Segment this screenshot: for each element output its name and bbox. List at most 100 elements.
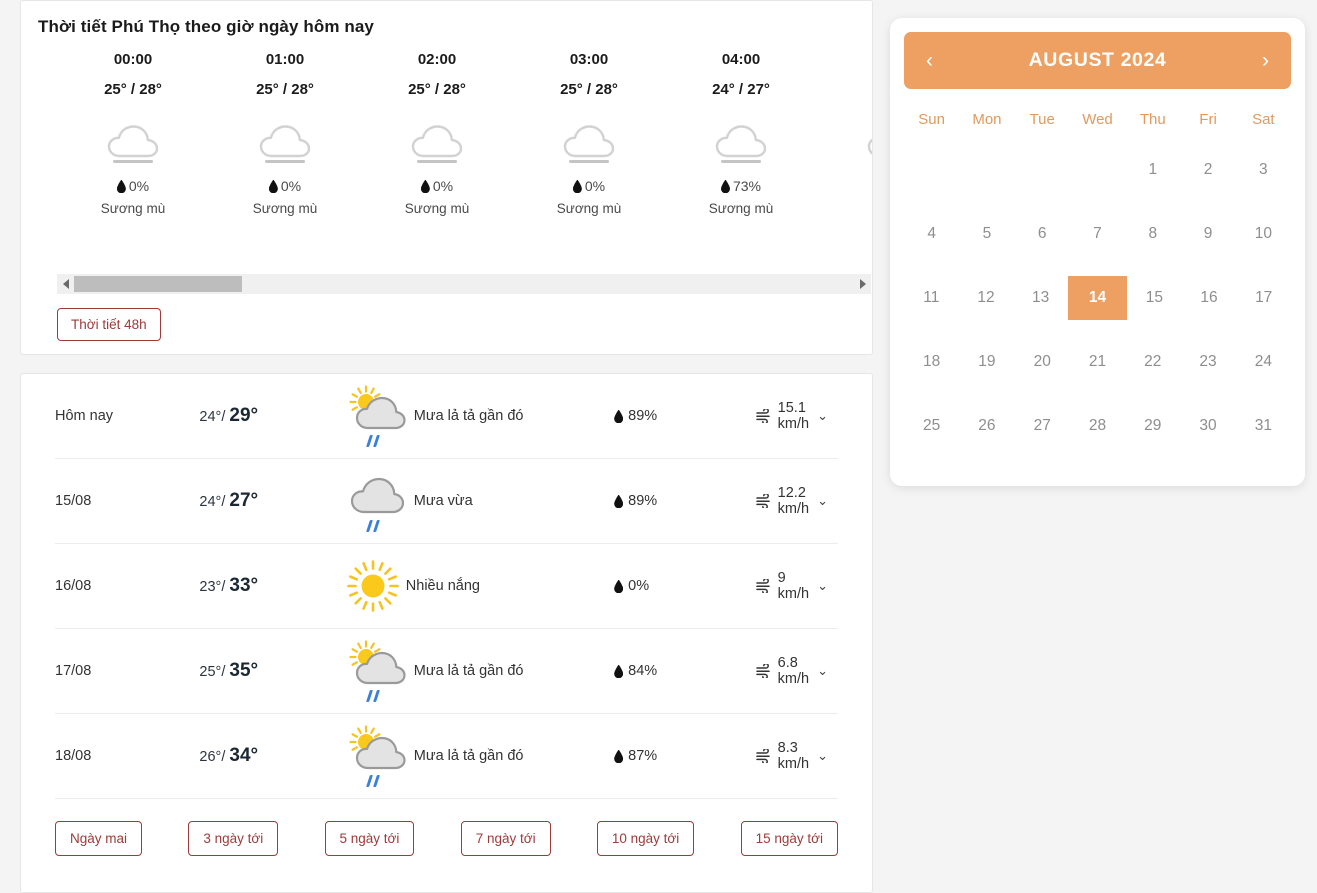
rain-streaks-icon: [365, 520, 380, 532]
row-date: Hôm nay: [55, 408, 114, 424]
chevron-down-icon[interactable]: ⌄: [817, 663, 828, 679]
row-humidity: 89%: [614, 493, 756, 509]
sun-cloud-rain-icon: [346, 640, 408, 702]
calendar-day[interactable]: 26: [959, 404, 1014, 448]
calendar-day[interactable]: 29: [1125, 404, 1180, 448]
weather-48h-button[interactable]: Thời tiết 48h: [57, 308, 161, 341]
calendar-prev-month-icon[interactable]: ‹: [922, 50, 937, 71]
calendar-title: AUGUST 2024: [1028, 49, 1167, 71]
chevron-down-icon[interactable]: ⌄: [817, 578, 828, 594]
calendar-day[interactable]: 20: [1015, 340, 1070, 384]
range-button[interactable]: 15 ngày tới: [740, 821, 838, 856]
hour-time: 01:00: [265, 51, 305, 68]
daily-rows: Hôm nay 24°/ 29° Mưa lả tả gần đó 89% 15…: [55, 374, 838, 799]
range-button[interactable]: Ngày mai: [55, 821, 143, 856]
calendar-weekday: Mon: [972, 111, 1002, 128]
daily-forecast-card: Hôm nay 24°/ 29° Mưa lả tả gần đó 89% 15…: [20, 373, 873, 893]
chevron-down-icon[interactable]: ⌄: [817, 493, 828, 509]
chevron-down-icon[interactable]: ⌄: [817, 408, 828, 424]
hour-description: Sương mù: [708, 201, 774, 216]
humidity-drop-icon: [421, 180, 430, 193]
row-temperature: 23°/ 33°: [199, 575, 259, 596]
calendar-day[interactable]: 11: [904, 276, 959, 320]
row-temperature: 24°/ 27°: [199, 490, 259, 511]
humidity-drop-icon: [614, 580, 623, 593]
row-wind[interactable]: 6.8 km/h ⌄: [755, 655, 838, 687]
scrollbar-track[interactable]: [74, 274, 854, 294]
calendar-day[interactable]: 19: [959, 340, 1014, 384]
calendar-day[interactable]: 16: [1182, 276, 1237, 320]
row-date: 18/08: [55, 748, 92, 764]
fog-icon: [104, 118, 162, 168]
sun-icon: [346, 559, 400, 613]
table-row[interactable]: 18/08 26°/ 34° Mưa lả tả gần đó 87% 8.3 …: [55, 714, 838, 799]
calendar-day[interactable]: 9: [1180, 212, 1235, 256]
calendar-day[interactable]: 24: [1236, 340, 1291, 384]
row-wind[interactable]: 8.3 km/h ⌄: [755, 740, 838, 772]
row-wind[interactable]: 12.2 km/h ⌄: [755, 485, 838, 517]
row-wind[interactable]: 15.1 km/h ⌄: [755, 400, 838, 432]
hour-description: Sương mù: [556, 201, 622, 216]
table-row[interactable]: 16/08 23°/ 33° Nhiều nắng 0% 9 km/h ⌄: [55, 544, 838, 629]
table-row[interactable]: Hôm nay 24°/ 29° Mưa lả tả gần đó 89% 15…: [55, 374, 838, 459]
scroll-left-arrow-icon[interactable]: [57, 274, 74, 294]
calendar-day[interactable]: 22: [1125, 340, 1180, 384]
hour-precip: 0%: [421, 178, 453, 194]
calendar-day[interactable]: 12: [959, 276, 1014, 320]
wind-icon: [755, 749, 772, 763]
calendar-day[interactable]: 21: [1070, 340, 1125, 384]
table-row[interactable]: 17/08 25°/ 35° Mưa lả tả gần đó 84% 6.8 …: [55, 629, 838, 714]
row-humidity: 0%: [614, 578, 756, 594]
range-button[interactable]: 3 ngày tới: [188, 821, 279, 856]
calendar-day[interactable]: 30: [1180, 404, 1235, 448]
hour-column: 04:00 24° / 27° 73% Sương mù: [665, 51, 817, 216]
calendar-day[interactable]: 27: [1015, 404, 1070, 448]
calendar-next-month-icon[interactable]: ›: [1258, 50, 1273, 71]
table-row[interactable]: 15/08 24°/ 27° Mưa vừa 89% 12.2 km/h ⌄: [55, 459, 838, 544]
scrollbar-thumb[interactable]: [74, 276, 242, 292]
range-button[interactable]: 7 ngày tới: [460, 821, 551, 856]
calendar-day[interactable]: 18: [904, 340, 959, 384]
calendar-weekday-header: Sun Mon Tue Wed Thu Fri Sat: [904, 111, 1291, 128]
calendar-day[interactable]: 15: [1127, 276, 1182, 320]
calendar-weekday: Tue: [1029, 111, 1055, 128]
hour-temps: 25° / 28°: [408, 81, 466, 98]
calendar-day[interactable]: 4: [904, 212, 959, 256]
row-date: 16/08: [55, 578, 92, 594]
calendar-day[interactable]: 7: [1070, 212, 1125, 256]
hourly-scrollbar[interactable]: [57, 274, 871, 294]
calendar-day[interactable]: 25: [904, 404, 959, 448]
calendar-day[interactable]: 10: [1236, 212, 1291, 256]
calendar-day[interactable]: 5: [959, 212, 1014, 256]
calendar-day[interactable]: 6: [1015, 212, 1070, 256]
range-button[interactable]: 10 ngày tới: [596, 821, 695, 856]
hour-time: 00:00: [113, 51, 153, 68]
calendar-day[interactable]: 1: [1125, 148, 1180, 192]
calendar-day[interactable]: 23: [1180, 340, 1235, 384]
hour-temps: 25° / 28°: [560, 81, 618, 98]
weather-page: Thời tiết Phú Thọ theo giờ ngày hôm nay …: [0, 0, 1317, 893]
range-button[interactable]: 5 ngày tới: [324, 821, 415, 856]
calendar-day-selected[interactable]: 14: [1068, 276, 1128, 320]
row-humidity: 84%: [614, 663, 756, 679]
hour-time: 02:00: [417, 51, 457, 68]
chevron-down-icon[interactable]: ⌄: [817, 748, 828, 764]
calendar-day[interactable]: 28: [1070, 404, 1125, 448]
row-description: Mưa vừa: [413, 493, 473, 509]
humidity-drop-icon: [614, 665, 623, 678]
scroll-right-arrow-icon[interactable]: [854, 274, 871, 294]
calendar-week-row: 11 12 13 14 15 16 17: [904, 276, 1291, 320]
calendar-day[interactable]: 3: [1236, 148, 1291, 192]
calendar-day[interactable]: 13: [1013, 276, 1068, 320]
row-date: 15/08: [55, 493, 92, 509]
hourly-title: Thời tiết Phú Thọ theo giờ ngày hôm nay: [38, 17, 374, 36]
row-wind[interactable]: 9 km/h ⌄: [755, 570, 838, 602]
hourly-scroll-viewport[interactable]: 00:00 25° / 28° 0% Sương mù 01:00 25° / …: [21, 51, 872, 231]
wind-icon: [755, 664, 772, 678]
calendar-day[interactable]: 31: [1236, 404, 1291, 448]
rain-streaks-icon: [365, 690, 380, 702]
calendar-day[interactable]: 2: [1180, 148, 1235, 192]
hour-precip: 73%: [721, 178, 761, 194]
calendar-day[interactable]: 8: [1125, 212, 1180, 256]
calendar-day[interactable]: 17: [1236, 276, 1291, 320]
